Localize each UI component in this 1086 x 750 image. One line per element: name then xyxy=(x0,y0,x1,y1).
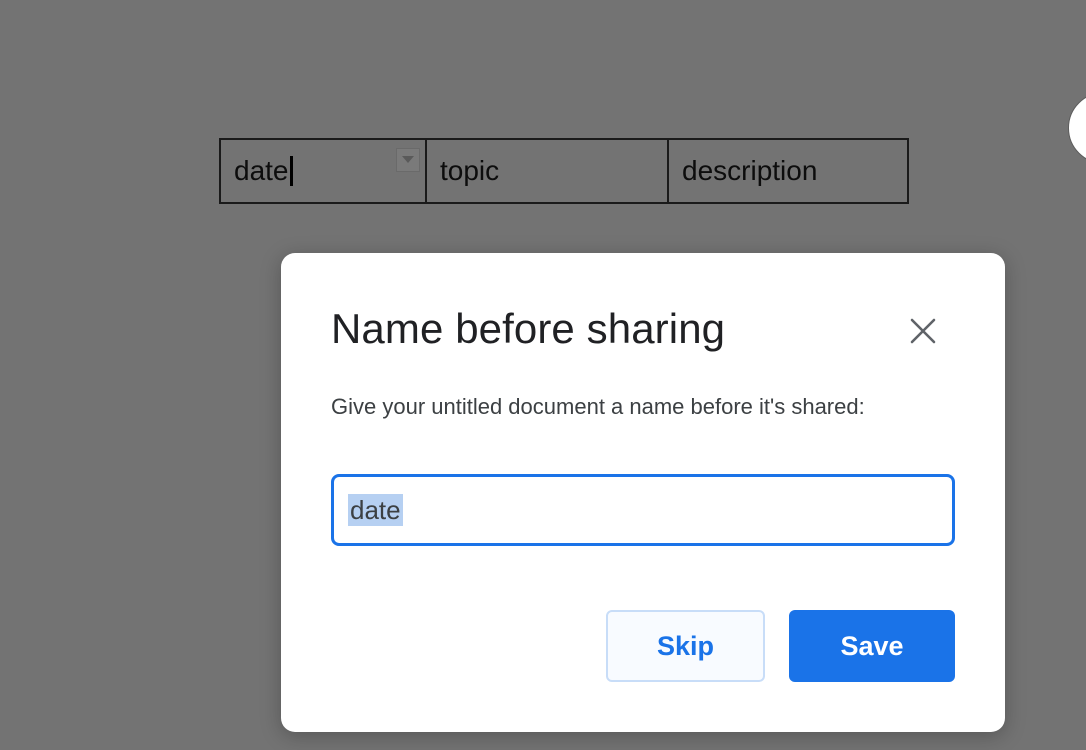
chevron-down-icon[interactable] xyxy=(396,148,420,172)
table-cell-topic[interactable]: topic xyxy=(425,140,667,202)
dialog-title: Name before sharing xyxy=(331,305,726,352)
dialog-message: Give your untitled document a name befor… xyxy=(331,394,865,419)
close-button[interactable] xyxy=(905,313,941,349)
close-icon xyxy=(910,318,936,344)
table-cell-text: topic xyxy=(440,155,500,186)
text-cursor xyxy=(289,156,293,186)
table-cell-text: description xyxy=(682,155,818,186)
table-cell-date[interactable]: date xyxy=(221,140,425,202)
side-panel-button[interactable] xyxy=(1068,92,1086,164)
name-before-sharing-dialog: Name before sharing Give your untitled d… xyxy=(281,253,1005,732)
document-name-input[interactable]: date xyxy=(331,474,955,546)
document-name-value[interactable]: date xyxy=(348,494,403,526)
table-cell-text: date xyxy=(234,155,289,186)
skip-button[interactable]: Skip xyxy=(606,610,765,682)
table-cell-description[interactable]: description xyxy=(667,140,907,202)
document-table: date topic description xyxy=(219,138,909,204)
save-button[interactable]: Save xyxy=(789,610,955,682)
